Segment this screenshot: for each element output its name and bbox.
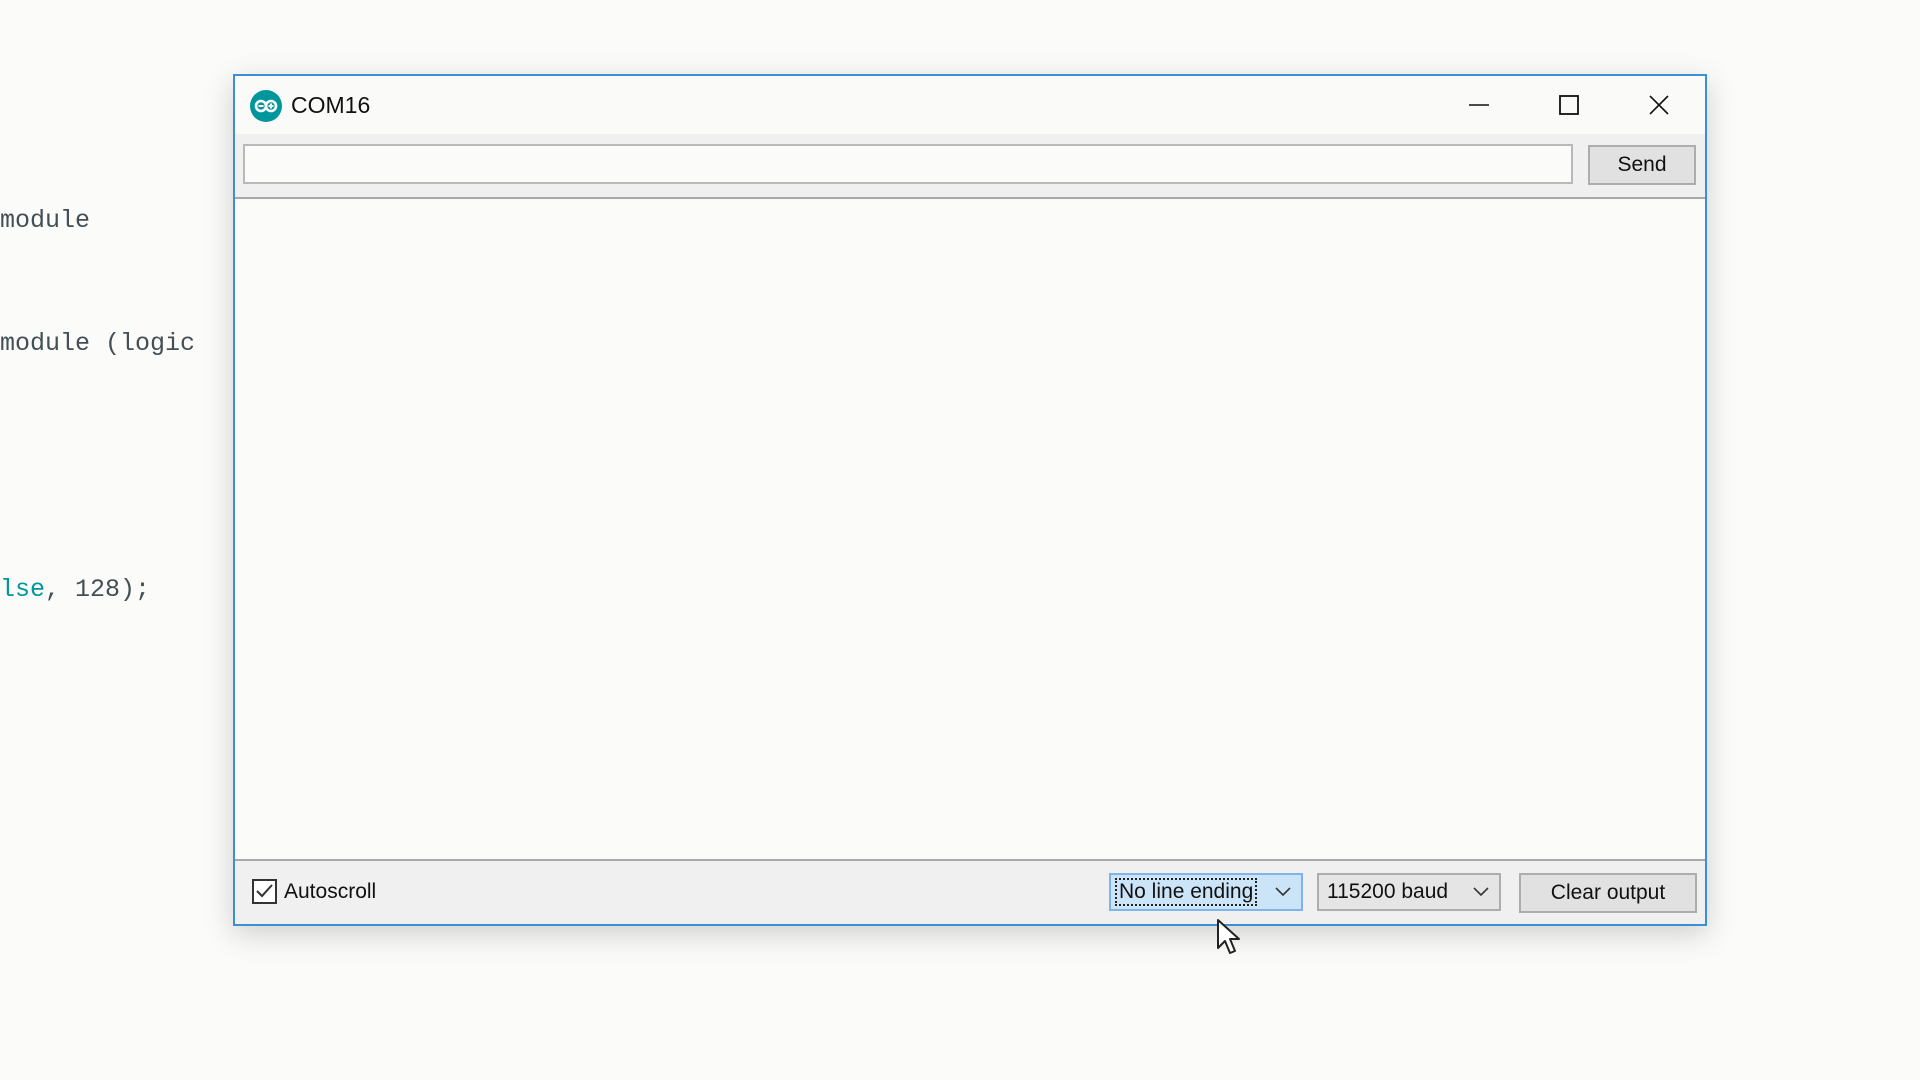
title-bar[interactable]: COM16	[235, 76, 1705, 134]
bottom-bar: Autoscroll No line ending 115200 baud Cl…	[235, 861, 1705, 924]
code-text: , 128);	[45, 575, 151, 604]
line-ending-value: No line ending	[1114, 878, 1258, 906]
serial-output-area[interactable]	[235, 197, 1705, 861]
chevron-down-icon	[1275, 887, 1291, 897]
autoscroll-checkbox[interactable]	[252, 879, 277, 904]
maximize-button[interactable]	[1525, 76, 1613, 134]
baud-rate-value: 115200 baud	[1327, 880, 1449, 903]
chevron-down-icon	[1473, 887, 1489, 897]
close-icon	[1649, 95, 1669, 115]
minimize-button[interactable]	[1435, 76, 1523, 134]
send-row: Send	[235, 134, 1705, 197]
serial-monitor-window: COM16 Send Autoscroll No line ending 115…	[233, 74, 1707, 926]
serial-input[interactable]	[243, 144, 1573, 184]
minimize-icon	[1469, 104, 1489, 106]
autoscroll-label: Autoscroll	[284, 880, 377, 903]
checkmark-icon	[256, 884, 273, 898]
window-title: COM16	[291, 92, 371, 118]
code-line: lse, 128);	[0, 569, 195, 610]
baud-rate-select[interactable]: 115200 baud	[1317, 873, 1501, 911]
code-line: module (logic	[0, 329, 196, 358]
line-ending-select[interactable]: No line ending	[1109, 873, 1303, 911]
background-code-editor: module module (logic lse, 128);	[0, 118, 195, 651]
mouse-cursor-icon	[1217, 919, 1240, 954]
send-button[interactable]: Send	[1588, 145, 1696, 185]
clear-output-button[interactable]: Clear output	[1519, 873, 1697, 913]
arduino-logo-icon	[250, 90, 282, 122]
maximize-icon	[1559, 95, 1579, 115]
close-button[interactable]	[1615, 76, 1703, 134]
code-line: module	[0, 206, 91, 235]
code-keyword: lse	[0, 575, 46, 604]
